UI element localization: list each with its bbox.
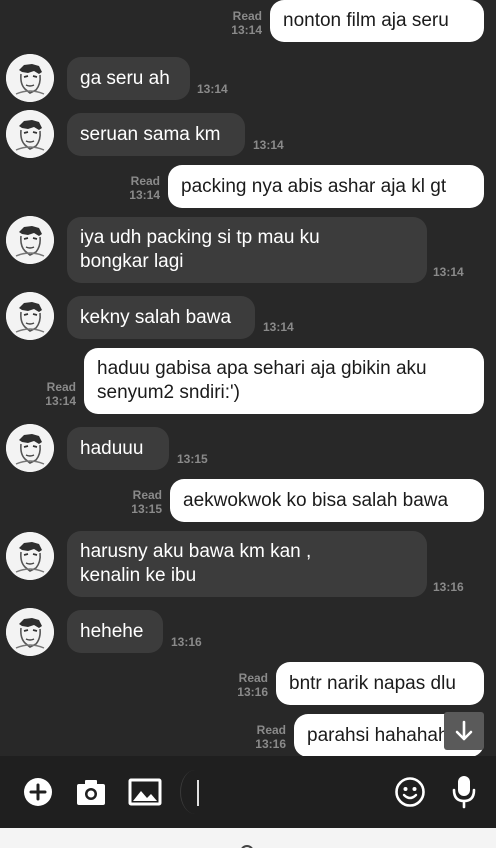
message-bubble[interactable]: bntr narik napas dlu (276, 662, 484, 705)
scroll-down-button[interactable] (444, 712, 484, 750)
message-bubble[interactable]: packing nya abis ashar aja kl gt (168, 165, 484, 208)
avatar-sketch-icon (6, 216, 54, 264)
contact-avatar[interactable] (6, 532, 54, 580)
message-meta: Read 13:15 (114, 488, 162, 516)
message-time: 13:16 (433, 580, 464, 594)
contact-avatar[interactable] (6, 608, 54, 656)
message-bubble[interactable]: haduuu (67, 427, 169, 470)
message-input[interactable] (180, 772, 380, 812)
contact-avatar[interactable] (6, 292, 54, 340)
message-bubble[interactable]: hehehe (67, 610, 163, 653)
message-meta: Read 13:14 (28, 380, 76, 408)
message-time: 13:14 (197, 82, 228, 96)
message-bubble[interactable]: kekny salah bawa (67, 296, 255, 339)
read-receipt: Read (46, 380, 76, 394)
contact-avatar[interactable] (6, 54, 54, 102)
message-time: 13:14 (129, 188, 160, 202)
read-receipt: Read (132, 488, 162, 502)
voice-button[interactable] (446, 772, 482, 812)
message-bubble[interactable]: aekwokwok ko bisa salah bawa (170, 479, 484, 522)
message-time: 13:14 (433, 265, 464, 279)
camera-icon (77, 780, 105, 805)
microphone-icon (452, 776, 476, 809)
message-bubble[interactable]: seruan sama km (67, 113, 245, 156)
contact-avatar[interactable] (6, 216, 54, 264)
add-button[interactable] (20, 774, 56, 810)
avatar-sketch-icon (6, 532, 54, 580)
message-time: 13:16 (255, 737, 286, 751)
avatar-sketch-icon (6, 54, 54, 102)
message-time: 13:14 (231, 23, 262, 37)
message-meta: Read 13:16 (220, 671, 268, 699)
message-meta: Read 13:16 (238, 723, 286, 751)
gallery-button[interactable] (126, 774, 164, 810)
read-receipt: Read (232, 9, 262, 23)
smiley-icon (395, 777, 425, 807)
message-time: 13:14 (253, 138, 284, 152)
message-input-bar (0, 756, 496, 828)
arrow-down-icon (455, 720, 473, 741)
camera-button[interactable] (73, 774, 109, 810)
message-time: 13:15 (131, 502, 162, 516)
emoji-button[interactable] (392, 774, 428, 810)
image-icon (128, 778, 162, 806)
plus-circle-icon (24, 778, 52, 806)
read-receipt: Read (130, 174, 160, 188)
message-time: 13:16 (171, 635, 202, 649)
message-bubble[interactable]: nonton film aja seru (270, 0, 484, 42)
avatar-sketch-icon (6, 110, 54, 158)
message-time: 13:14 (263, 320, 294, 334)
avatar-sketch-icon (6, 424, 54, 472)
message-bubble[interactable]: harusny aku bawa km kan , kenalin ke ibu (67, 531, 427, 597)
message-meta: Read 13:14 (112, 174, 160, 202)
message-meta: Read 13:14 (214, 9, 262, 37)
avatar-sketch-icon (6, 292, 54, 340)
text-caret (197, 780, 199, 806)
chat-area[interactable]: Read 13:14 nonton film aja seru ga seru … (0, 0, 496, 756)
contact-avatar[interactable] (6, 110, 54, 158)
read-receipt: Read (238, 671, 268, 685)
avatar-sketch-icon (6, 608, 54, 656)
message-time: 13:16 (237, 685, 268, 699)
message-bubble[interactable]: haduu gabisa apa sehari aja gbikin aku s… (84, 348, 484, 414)
message-bubble[interactable]: ga seru ah (67, 57, 190, 100)
contact-avatar[interactable] (6, 424, 54, 472)
message-time: 13:15 (177, 452, 208, 466)
message-time: 13:14 (45, 394, 76, 408)
read-receipt: Read (256, 723, 286, 737)
message-bubble[interactable]: iya udh packing si tp mau ku bongkar lag… (67, 217, 427, 283)
